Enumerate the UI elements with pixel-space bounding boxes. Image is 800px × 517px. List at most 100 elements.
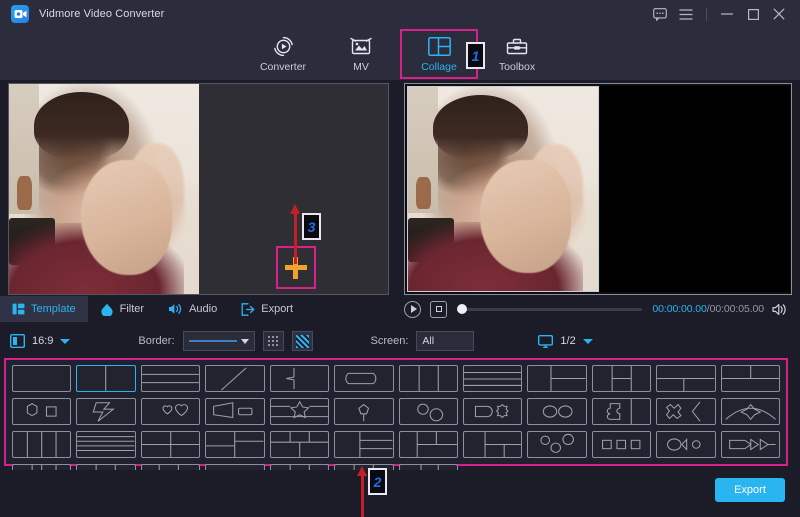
template-pentagon[interactable] <box>334 398 393 425</box>
border-line-preview <box>189 340 237 342</box>
screen-select[interactable]: All <box>416 331 474 351</box>
preview-row <box>0 80 800 298</box>
aspect-ratio-icon <box>10 334 25 348</box>
template-left-big-right-rows[interactable] <box>399 431 458 458</box>
screen-label: Screen: <box>371 335 409 347</box>
stop-icon[interactable] <box>430 301 447 318</box>
template-hex-square[interactable] <box>12 398 71 425</box>
template-left-right-split[interactable] <box>592 365 651 392</box>
template-vsplit-3[interactable] <box>399 365 458 392</box>
template-top-two-bottom[interactable] <box>721 365 780 392</box>
export-icon <box>241 303 255 316</box>
title-bar: Vidmore Video Converter <box>0 0 800 28</box>
template-left-stack-right[interactable] <box>205 431 264 458</box>
template-hearts[interactable] <box>141 398 200 425</box>
page-selector[interactable]: 1/2 <box>538 335 592 348</box>
callout-arrow-3 <box>294 212 297 264</box>
template-quad[interactable] <box>141 431 200 458</box>
template-three-squares[interactable] <box>592 431 651 458</box>
border-label: Border: <box>138 335 174 347</box>
tab-converter[interactable]: Converter <box>244 29 322 79</box>
total-time: 00:00:05.00 <box>710 303 764 315</box>
template-left-top-bottom[interactable] <box>527 365 586 392</box>
template-two-circles-sm[interactable] <box>399 398 458 425</box>
subtab-export[interactable]: Export <box>229 296 305 322</box>
template-butterfly[interactable] <box>721 398 780 425</box>
tab-toolbox-label: Toolbox <box>499 61 535 73</box>
progress-track[interactable] <box>457 308 642 311</box>
preview-empty-half <box>600 86 790 292</box>
template-burst-wedge[interactable] <box>656 398 715 425</box>
template-hsplit-5[interactable] <box>76 431 135 458</box>
play-icon[interactable] <box>404 301 421 318</box>
playback-bar: 00:00:00.00/00:00:05.00 <box>404 296 792 322</box>
tab-collage-label: Collage <box>421 61 457 73</box>
callout-arrow-2 <box>361 474 364 517</box>
menu-icon[interactable] <box>673 0 699 28</box>
monitor-icon <box>538 335 553 348</box>
subtab-audio-label: Audio <box>189 303 217 315</box>
template-two-ovals[interactable] <box>527 398 586 425</box>
progress-knob[interactable] <box>457 304 467 314</box>
template-tag-gear[interactable] <box>463 398 522 425</box>
template-icon <box>12 303 25 315</box>
collage-preview-pane <box>404 83 792 295</box>
template-hsplit-2[interactable] <box>141 365 200 392</box>
template-single[interactable] <box>12 365 71 392</box>
aspect-ratio-value: 16:9 <box>32 335 53 347</box>
template-hsplit-3[interactable] <box>463 365 522 392</box>
chevron-down-icon <box>241 339 249 344</box>
audio-icon <box>168 303 183 315</box>
collage-cell-1[interactable] <box>9 84 199 294</box>
template-grid <box>4 358 788 466</box>
template-diagonal[interactable] <box>205 365 264 392</box>
speaker-icon[interactable] <box>772 303 788 316</box>
preview-thumbnail <box>407 86 599 292</box>
app-window: Vidmore Video Converter <box>0 0 800 517</box>
template-top-bottom-two[interactable] <box>656 365 715 392</box>
tab-mv-label: MV <box>353 61 369 73</box>
border-color-button[interactable] <box>292 331 313 351</box>
mv-icon <box>350 35 372 57</box>
template-megaphone[interactable] <box>205 398 264 425</box>
chevron-down-icon[interactable] <box>60 339 70 344</box>
subtab-audio[interactable]: Audio <box>156 296 229 322</box>
maximize-icon[interactable] <box>740 0 766 28</box>
window-controls <box>647 0 792 28</box>
template-arrow-notch[interactable] <box>270 365 329 392</box>
template-arrows-right[interactable] <box>721 431 780 458</box>
tab-mv[interactable]: MV <box>322 29 400 79</box>
app-title: Vidmore Video Converter <box>39 8 164 20</box>
template-three-cols-mixed[interactable] <box>463 431 522 458</box>
options-bar: 16:9 Border: Screen: All 1 <box>0 326 800 356</box>
tab-toolbox[interactable]: Toolbox <box>478 29 556 79</box>
border-margin-button[interactable] <box>263 331 284 351</box>
export-button[interactable]: Export <box>715 478 785 502</box>
collage-editor-pane[interactable] <box>8 83 389 295</box>
feedback-icon[interactable] <box>647 0 673 28</box>
subtab-template[interactable]: Template <box>0 296 88 322</box>
template-puzzle[interactable] <box>592 398 651 425</box>
template-circles-three[interactable] <box>527 431 586 458</box>
chevron-down-icon[interactable] <box>583 339 593 344</box>
minimize-icon[interactable] <box>714 0 740 28</box>
template-star-strip[interactable] <box>270 398 329 425</box>
template-rounded-blob[interactable] <box>334 365 393 392</box>
screen-group: Screen: All <box>371 331 475 351</box>
subtab-filter[interactable]: Filter <box>88 296 156 322</box>
callout-badge-1: 1 <box>466 42 485 69</box>
template-top-two-wide-bottom[interactable] <box>270 431 329 458</box>
callout-badge-3: 3 <box>302 213 321 240</box>
border-color-icon <box>296 335 309 348</box>
template-oval-triangle[interactable] <box>656 431 715 458</box>
template-vsplit-2[interactable] <box>76 365 135 392</box>
subtab-template-label: Template <box>31 303 76 315</box>
aspect-ratio-selector[interactable]: 16:9 <box>10 334 70 348</box>
callout-badge-2: 2 <box>368 468 387 495</box>
border-style-select[interactable] <box>183 331 255 351</box>
template-vsplit-4[interactable] <box>12 431 71 458</box>
template-lightning[interactable] <box>76 398 135 425</box>
template-wide-left-narrow-right[interactable] <box>334 431 393 458</box>
close-icon[interactable] <box>766 0 792 28</box>
collage-icon <box>428 35 451 57</box>
